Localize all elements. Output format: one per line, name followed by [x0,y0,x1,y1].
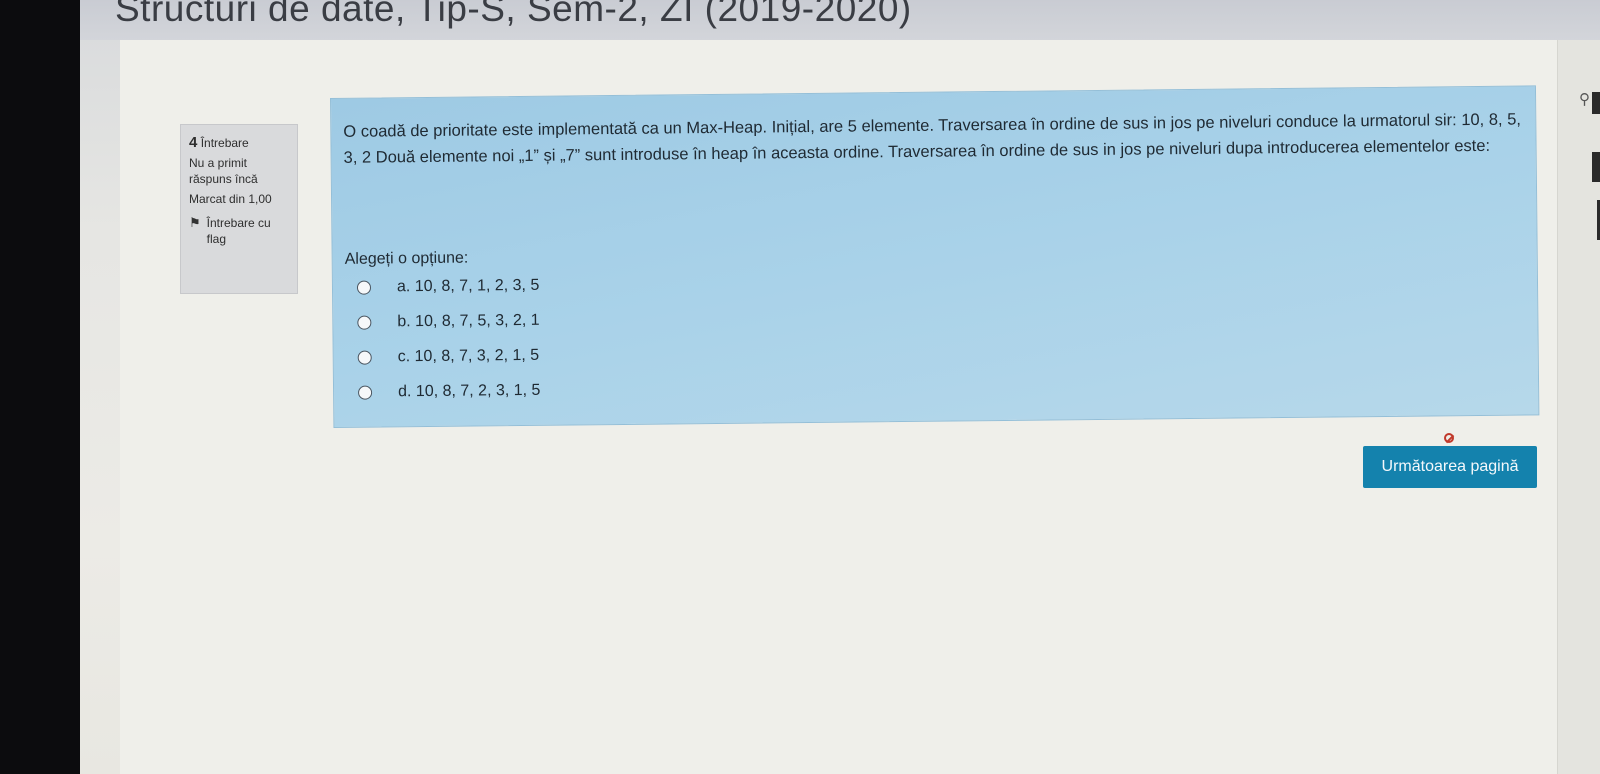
strip-marker [1592,92,1600,114]
answer-status: Nu a primit răspuns încă [189,156,258,186]
quiz-navigation-strip: ⚲ [1557,40,1600,774]
question-number: 4 [189,134,198,151]
option-b[interactable]: b. 10, 8, 7, 5, 3, 2, 1 [357,312,540,332]
radio-d[interactable] [358,385,373,400]
next-page-button[interactable]: Următoarea pagină [1363,446,1537,488]
question-info-box: 4 Întrebare Nu a primit răspuns încă Mar… [180,124,298,294]
flag-icon[interactable]: ⚑ [189,215,201,231]
not-allowed-cursor-icon [1444,433,1454,443]
question-box: O coadă de prioritate este implementată … [330,85,1540,428]
options-prompt: Alegeți o opțiune: [344,249,469,268]
browser-screen: Structuri de date, Tip-S, Sem-2, ZI (201… [80,0,1600,774]
option-a[interactable]: a. 10, 8, 7, 1, 2, 3, 5 [356,277,540,297]
strip-marker [1592,152,1600,182]
option-d[interactable]: d. 10, 8, 7, 2, 3, 1, 5 [358,382,541,402]
radio-a[interactable] [356,280,372,295]
option-d-label[interactable]: d. 10, 8, 7, 2, 3, 1, 5 [398,382,541,401]
radio-c[interactable] [357,350,372,365]
option-c-label[interactable]: c. 10, 8, 7, 3, 2, 1, 5 [398,347,540,366]
option-c[interactable]: c. 10, 8, 7, 3, 2, 1, 5 [357,347,540,367]
content-card: 4 Întrebare Nu a primit răspuns încă Mar… [120,40,1590,774]
marked-value: Marcat din 1,00 [189,192,272,206]
page-title: Structuri de date, Tip-S, Sem-2, ZI (201… [115,0,912,29]
radio-b[interactable] [357,315,372,330]
header-band: Structuri de date, Tip-S, Sem-2, ZI (201… [80,0,1600,40]
question-text: O coadă de prioritate este implementată … [343,110,1522,167]
question-header: 4 Întrebare [189,135,289,151]
option-a-label[interactable]: a. 10, 8, 7, 1, 2, 3, 5 [397,277,540,296]
option-b-label[interactable]: b. 10, 8, 7, 5, 3, 2, 1 [397,312,540,331]
search-icon[interactable]: ⚲ [1579,90,1590,108]
question-word: Întrebare [200,136,249,150]
flag-question-link[interactable]: ⚑ Întrebare cu flag [189,215,289,247]
flag-label[interactable]: Întrebare cu flag [207,215,289,247]
